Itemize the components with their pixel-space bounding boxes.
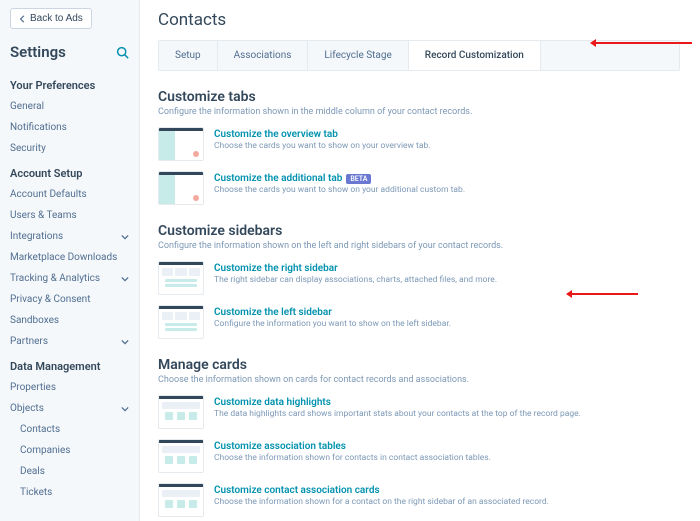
card-row: Customize the left sidebar Configure the… — [158, 305, 680, 339]
card-row: Customize the overview tab Choose the ca… — [158, 127, 680, 161]
sidebar-item-sandboxes[interactable]: Sandboxes — [0, 310, 139, 331]
search-icon[interactable] — [116, 46, 129, 59]
back-to-ads-button[interactable]: Back to Ads — [10, 8, 92, 29]
sidebar-item-account-defaults[interactable]: Account Defaults — [0, 184, 139, 205]
group-data-title: Data Management — [0, 352, 139, 377]
chevron-down-icon — [121, 338, 129, 346]
sidebar-item-deals[interactable]: Deals — [0, 461, 139, 482]
preview-thumbnail — [158, 171, 204, 205]
preview-thumbnail — [158, 127, 204, 161]
preview-thumbnail — [158, 395, 204, 429]
settings-sidebar: Back to Ads Settings Your Preferences Ge… — [0, 0, 140, 521]
chevron-down-icon — [121, 233, 129, 241]
sidebar-item-marketplace[interactable]: Marketplace Downloads — [0, 247, 139, 268]
group-account-title: Account Setup — [0, 159, 139, 184]
tab-setup[interactable]: Setup — [159, 41, 218, 70]
sidebar-item-tracking[interactable]: Tracking & Analytics — [0, 268, 139, 289]
card-row: Customize the additional tab BETA Choose… — [158, 171, 680, 205]
preview-thumbnail — [158, 439, 204, 473]
manage-cards-section: Manage cards Choose the information show… — [158, 357, 680, 517]
group-prefs-title: Your Preferences — [0, 71, 139, 96]
chevron-down-icon — [121, 405, 129, 413]
sidebar-title: Settings — [10, 43, 66, 61]
section-desc: Choose the information shown on cards fo… — [158, 375, 680, 385]
section-title: Customize sidebars — [158, 223, 680, 239]
beta-badge: BETA — [346, 174, 371, 184]
tab-record-customization[interactable]: Record Customization — [409, 41, 541, 70]
card-desc: The right sidebar can display associatio… — [214, 275, 680, 286]
sidebar-item-privacy[interactable]: Privacy & Consent — [0, 289, 139, 310]
sidebar-item-users-teams[interactable]: Users & Teams — [0, 205, 139, 226]
customize-right-sidebar-link[interactable]: Customize the right sidebar — [214, 263, 338, 274]
customize-data-highlights-link[interactable]: Customize data highlights — [214, 397, 331, 408]
back-label: Back to Ads — [30, 13, 83, 24]
customize-overview-link[interactable]: Customize the overview tab — [214, 129, 338, 140]
card-desc: Choose the information shown for contact… — [214, 453, 680, 464]
card-desc: Configure the information you want to sh… — [214, 319, 680, 330]
card-row: Customize contact association cards Choo… — [158, 483, 680, 517]
customize-contact-association-link[interactable]: Customize contact association cards — [214, 485, 380, 496]
chevron-down-icon — [121, 275, 129, 283]
section-title: Customize tabs — [158, 89, 680, 105]
card-desc: Choose the cards you want to show on you… — [214, 141, 680, 152]
main-content: Contacts Setup Associations Lifecycle St… — [140, 0, 700, 521]
card-row: Customize data highlights The data highl… — [158, 395, 680, 429]
sidebar-item-contacts[interactable]: Contacts — [0, 419, 139, 440]
card-desc: Choose the information shown for a conta… — [214, 497, 680, 508]
customize-tabs-section: Customize tabs Configure the information… — [158, 89, 680, 205]
sidebar-item-properties[interactable]: Properties — [0, 377, 139, 398]
tab-lifecycle[interactable]: Lifecycle Stage — [308, 41, 408, 70]
page-title: Contacts — [158, 10, 680, 30]
preview-thumbnail — [158, 483, 204, 517]
customize-left-sidebar-link[interactable]: Customize the left sidebar — [214, 307, 332, 318]
sidebar-item-notifications[interactable]: Notifications — [0, 117, 139, 138]
section-title: Manage cards — [158, 357, 680, 373]
sidebar-item-companies[interactable]: Companies — [0, 440, 139, 461]
tabs-container: Setup Associations Lifecycle Stage Recor… — [158, 40, 680, 71]
sidebar-item-integrations[interactable]: Integrations — [0, 226, 139, 247]
sidebar-item-tickets[interactable]: Tickets — [0, 482, 139, 503]
preview-thumbnail — [158, 305, 204, 339]
section-desc: Configure the information shown on the l… — [158, 241, 680, 251]
annotation-arrow — [568, 293, 638, 295]
card-row: Customize association tables Choose the … — [158, 439, 680, 473]
sidebar-item-security[interactable]: Security — [0, 138, 139, 159]
annotation-arrow — [592, 42, 692, 44]
card-row: Customize the right sidebar The right si… — [158, 261, 680, 295]
sidebar-item-general[interactable]: General — [0, 96, 139, 117]
card-desc: The data highlights card shows important… — [214, 409, 680, 420]
section-desc: Configure the information shown in the m… — [158, 107, 680, 117]
sidebar-item-partners[interactable]: Partners — [0, 331, 139, 352]
chevron-left-icon — [19, 15, 27, 23]
card-desc: Choose the cards you want to show on you… — [214, 185, 680, 196]
sidebar-item-objects[interactable]: Objects — [0, 398, 139, 419]
preview-thumbnail — [158, 261, 204, 295]
tab-associations[interactable]: Associations — [218, 41, 309, 70]
customize-sidebars-section: Customize sidebars Configure the informa… — [158, 223, 680, 339]
customize-additional-link[interactable]: Customize the additional tab BETA — [214, 173, 371, 184]
customize-association-tables-link[interactable]: Customize association tables — [214, 441, 346, 452]
